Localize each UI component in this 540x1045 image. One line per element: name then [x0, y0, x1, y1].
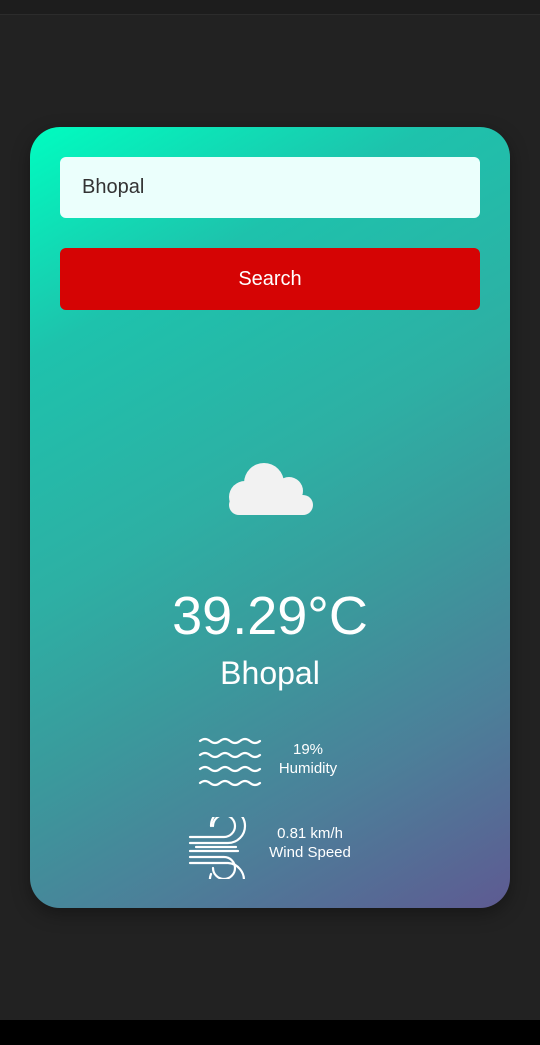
- wind-info: 0.81 km/h Wind Speed: [260, 824, 360, 862]
- wind-label: Wind Speed: [269, 844, 351, 861]
- navigation-bar: [0, 1020, 540, 1045]
- cloud-icon: [229, 463, 313, 515]
- wind-value: 0.81 km/h: [277, 825, 343, 842]
- search-button[interactable]: Search: [60, 248, 480, 310]
- temperature: 39.29°C: [172, 586, 368, 646]
- search-input[interactable]: [60, 157, 480, 218]
- humidity-value: 19%: [292, 741, 324, 758]
- wind-icon: [188, 817, 247, 879]
- humidity-label: Humidity: [278, 760, 338, 777]
- city-name: Bhopal: [220, 655, 320, 691]
- weather-card: Search 39.29°C Bhopal 19% Humidity: [30, 127, 510, 908]
- humidity-waves-icon: [198, 737, 262, 787]
- status-bar: [0, 0, 540, 15]
- humidity-info: 19% Humidity: [270, 740, 346, 778]
